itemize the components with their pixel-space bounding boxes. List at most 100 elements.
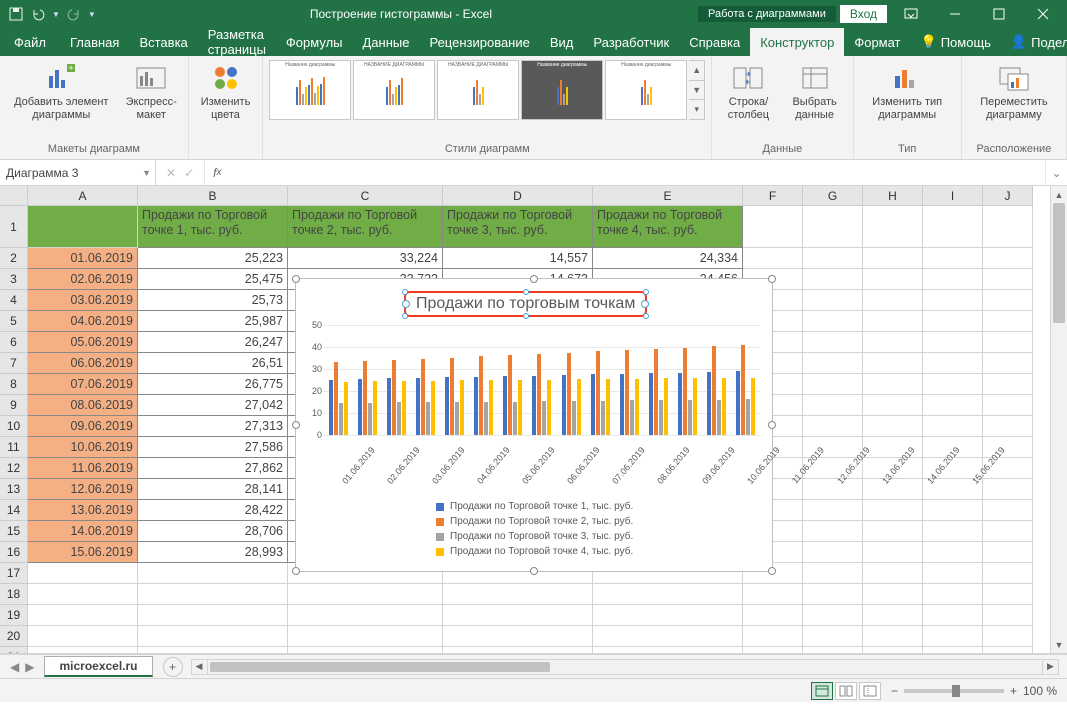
cell[interactable] — [863, 626, 923, 647]
change-chart-type-button[interactable]: Изменить тип диаграммы — [860, 60, 955, 123]
chart-legend[interactable]: Продажи по Торговой точке 1, тыс. руб.Пр… — [436, 497, 633, 561]
cell[interactable] — [138, 563, 288, 584]
chart-bar[interactable] — [445, 377, 449, 435]
chart-bar[interactable] — [474, 377, 478, 435]
chart-bar[interactable] — [664, 378, 668, 435]
chart-bar[interactable] — [746, 399, 750, 435]
chart-bar[interactable] — [542, 401, 546, 435]
cell[interactable]: Продажи по Торговой точке 2, тыс. руб. — [288, 206, 443, 248]
cell[interactable]: 13.06.2019 — [28, 500, 138, 521]
row-header[interactable]: 2 — [0, 248, 28, 269]
row-header[interactable]: 19 — [0, 605, 28, 626]
view-page-break-icon[interactable] — [859, 682, 881, 700]
undo-icon[interactable] — [30, 6, 46, 22]
cell[interactable]: 28,706 — [138, 521, 288, 542]
chart-bar[interactable] — [339, 403, 343, 435]
cell[interactable] — [863, 647, 923, 654]
chart-resize-handle[interactable] — [768, 275, 776, 283]
scrollbar-thumb[interactable] — [210, 662, 550, 672]
cell[interactable]: Продажи по Торговой точке 1, тыс. руб. — [138, 206, 288, 248]
maximize-icon[interactable] — [979, 0, 1019, 28]
zoom-in-button[interactable]: + — [1010, 684, 1017, 698]
chart-plot-area[interactable]: 01020304050 01.06.201902.06.201903.06.20… — [324, 325, 760, 455]
chevron-down-icon[interactable]: ▼ — [142, 168, 151, 178]
cell[interactable] — [138, 626, 288, 647]
column-header[interactable]: G — [803, 186, 863, 206]
tab-data[interactable]: Данные — [353, 28, 420, 56]
cancel-formula-icon[interactable]: ✕ — [166, 166, 176, 180]
zoom-level[interactable]: 100 % — [1023, 684, 1057, 698]
chart-resize-handle[interactable] — [292, 421, 300, 429]
cell[interactable] — [923, 647, 983, 654]
cell[interactable] — [983, 626, 1033, 647]
cell[interactable] — [923, 269, 983, 290]
cell[interactable] — [923, 374, 983, 395]
new-sheet-button[interactable]: + — [163, 657, 183, 677]
cell[interactable] — [288, 626, 443, 647]
chart-bar[interactable] — [518, 380, 522, 435]
cell[interactable] — [743, 206, 803, 248]
cell[interactable] — [138, 605, 288, 626]
cell[interactable] — [983, 353, 1033, 374]
chart-bar[interactable] — [591, 374, 595, 435]
chart-bar[interactable] — [489, 380, 493, 435]
row-header[interactable]: 10 — [0, 416, 28, 437]
cell[interactable] — [803, 605, 863, 626]
cell[interactable] — [28, 563, 138, 584]
cell[interactable] — [983, 374, 1033, 395]
cell[interactable] — [743, 584, 803, 605]
chart-bar[interactable] — [577, 379, 581, 435]
cell[interactable] — [983, 269, 1033, 290]
vertical-scrollbar[interactable]: ▲ ▼ — [1050, 186, 1067, 653]
cell[interactable] — [983, 311, 1033, 332]
tab-help[interactable]: Справка — [679, 28, 750, 56]
cell[interactable]: 26,51 — [138, 353, 288, 374]
chart-bar[interactable] — [455, 402, 459, 435]
row-header[interactable]: 5 — [0, 311, 28, 332]
cell[interactable] — [863, 521, 923, 542]
tab-home[interactable]: Главная — [60, 28, 129, 56]
chart-bar[interactable] — [712, 346, 716, 435]
cell[interactable] — [28, 647, 138, 654]
cell[interactable] — [923, 311, 983, 332]
cell[interactable] — [288, 647, 443, 654]
cell[interactable] — [983, 248, 1033, 269]
cell[interactable] — [923, 605, 983, 626]
cell[interactable]: 27,862 — [138, 458, 288, 479]
chart-bar[interactable] — [416, 378, 420, 435]
cell[interactable] — [28, 626, 138, 647]
cell[interactable] — [863, 332, 923, 353]
row-header[interactable]: 20 — [0, 626, 28, 647]
column-header[interactable]: I — [923, 186, 983, 206]
cell[interactable] — [863, 353, 923, 374]
chart-bar[interactable] — [484, 402, 488, 435]
scrollbar-thumb[interactable] — [1053, 203, 1065, 323]
cell[interactable]: 28,993 — [138, 542, 288, 563]
cell[interactable]: 25,73 — [138, 290, 288, 311]
cell[interactable] — [803, 626, 863, 647]
cell[interactable]: 28,422 — [138, 500, 288, 521]
cell[interactable] — [863, 605, 923, 626]
chart-bar[interactable] — [707, 372, 711, 435]
undo-dropdown-icon[interactable]: ▼ — [52, 10, 60, 19]
cell[interactable] — [593, 626, 743, 647]
minimize-icon[interactable] — [935, 0, 975, 28]
cell[interactable] — [863, 416, 923, 437]
chart-bar[interactable] — [693, 378, 697, 435]
tab-page-layout[interactable]: Разметка страницы — [198, 28, 276, 56]
cell[interactable]: 26,247 — [138, 332, 288, 353]
cell[interactable]: 06.06.2019 — [28, 353, 138, 374]
cell[interactable]: 08.06.2019 — [28, 395, 138, 416]
share-button[interactable]: 👤Поделиться — [1001, 28, 1067, 56]
row-header[interactable]: 15 — [0, 521, 28, 542]
chart-bar[interactable] — [450, 358, 454, 435]
cell[interactable] — [593, 605, 743, 626]
chart-bar[interactable] — [596, 351, 600, 435]
switch-row-column-button[interactable]: Строка/столбец — [718, 60, 778, 123]
cell[interactable] — [863, 374, 923, 395]
tab-chart-design[interactable]: Конструктор — [750, 28, 844, 56]
tab-chart-format[interactable]: Формат — [844, 28, 910, 56]
chart-bar[interactable] — [562, 375, 566, 435]
scroll-left-icon[interactable]: ◀ — [192, 660, 208, 674]
cell[interactable] — [863, 290, 923, 311]
